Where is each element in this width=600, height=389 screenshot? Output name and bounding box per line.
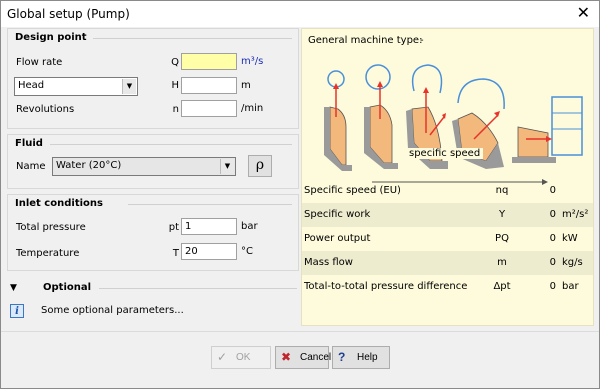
revolutions-symbol: n (172, 104, 179, 115)
radial-impeller-low-icon (324, 70, 352, 171)
fluid-name-label: Name (16, 161, 46, 172)
inlet-conditions-group: Inlet conditions Total pressure pt bar T… (7, 194, 299, 271)
flow-rate-unit: m³/s (241, 56, 264, 67)
result-row-pressure-difference: Total-to-total pressure difference Δpt 0… (302, 275, 593, 299)
result-name: Specific work (304, 209, 371, 220)
result-symbol: Δpt (493, 281, 511, 292)
optional-title[interactable]: Optional (43, 282, 91, 293)
optional-info-text: Some optional parameters... (41, 305, 184, 316)
cancel-button[interactable]: ✖ Cancel (275, 346, 332, 369)
temperature-symbol: T (172, 248, 179, 259)
density-button[interactable]: ρ (248, 155, 272, 177)
revolutions-input[interactable] (181, 100, 237, 117)
machine-type-illustration (324, 64, 583, 185)
machine-type-value: - (420, 35, 424, 46)
help-icon: ? (338, 350, 346, 364)
result-unit: m²/s² (562, 209, 589, 220)
head-unit: m (241, 80, 251, 91)
result-row-power-output: Power output PQ 0 kW (302, 227, 593, 251)
specific-speed-caption: specific speed (406, 148, 484, 159)
global-setup-dialog: Global setup (Pump) ✕ Design point Flow … (0, 0, 600, 389)
window-title: Global setup (Pump) (7, 7, 130, 21)
design-point-title: Design point (15, 32, 87, 43)
temperature-input[interactable] (181, 243, 237, 260)
head-symbol: H (171, 80, 179, 91)
optional-collapse-icon[interactable]: ▼ (10, 283, 17, 293)
cancel-icon: ✖ (281, 350, 292, 364)
fluid-select[interactable]: Water (20°C) ▼ (52, 157, 236, 176)
result-symbol: PQ (495, 233, 509, 244)
fluid-group: Fluid Name Water (20°C) ▼ ρ (7, 134, 299, 189)
close-icon[interactable]: ✕ (577, 3, 590, 23)
axial-impeller-icon (512, 96, 583, 163)
result-row-mass-flow: Mass flow m 0 kg/s (302, 251, 593, 275)
machine-info-panel: General machine type: - specific speed S… (301, 28, 594, 326)
result-value: 0 (549, 209, 556, 220)
total-pressure-input[interactable] (181, 218, 237, 235)
ok-button-label: OK (236, 352, 251, 363)
temperature-unit: °C (241, 246, 253, 257)
check-icon: ✓ (217, 350, 228, 364)
result-value: 0 (549, 257, 556, 268)
help-button[interactable]: ? Help (332, 346, 390, 369)
result-unit: bar (562, 281, 579, 292)
result-symbol: m (497, 257, 507, 268)
chevron-down-icon[interactable]: ▼ (220, 159, 234, 174)
divider (50, 144, 292, 145)
help-button-label: Help (357, 352, 378, 363)
revolutions-unit: /min (241, 103, 264, 114)
result-row-specific-speed: Specific speed (EU) nq 0 (302, 179, 593, 203)
flow-rate-symbol: Q (171, 57, 179, 68)
divider (128, 204, 292, 205)
result-name: Specific speed (EU) (304, 185, 401, 196)
chevron-down-icon[interactable]: ▼ (122, 79, 136, 94)
result-unit: kg/s (562, 257, 583, 268)
total-pressure-symbol: pt (168, 222, 179, 233)
fluid-title: Fluid (15, 138, 43, 149)
result-unit: kW (562, 233, 578, 244)
ok-button[interactable]: ✓ OK (211, 346, 271, 369)
total-pressure-unit: bar (241, 221, 258, 232)
title-bar: Global setup (Pump) ✕ (1, 1, 599, 27)
head-select-value: Head (18, 80, 45, 91)
flow-rate-label: Flow rate (16, 57, 63, 68)
result-name: Power output (304, 233, 371, 244)
machine-type-label: General machine type: (308, 35, 423, 46)
result-name: Mass flow (304, 257, 353, 268)
result-row-specific-work: Specific work Y 0 m²/s² (302, 203, 593, 227)
inlet-conditions-title: Inlet conditions (15, 198, 103, 209)
divider (93, 38, 292, 39)
revolutions-label: Revolutions (16, 104, 75, 115)
result-name: Total-to-total pressure difference (304, 281, 468, 292)
fluid-select-value: Water (20°C) (56, 160, 122, 171)
divider (1, 331, 599, 332)
design-point-group: Design point Flow rate Q m³/s Head ▼ H m… (7, 28, 299, 129)
result-symbol: nq (495, 185, 509, 196)
result-value: 0 (549, 281, 556, 292)
result-symbol: Y (498, 209, 506, 220)
result-value: 0 (549, 233, 556, 244)
radial-impeller-mid-icon (364, 64, 398, 169)
temperature-label: Temperature (16, 248, 80, 259)
head-select[interactable]: Head ▼ (14, 77, 138, 96)
flow-rate-input[interactable] (181, 53, 237, 70)
info-icon: i (10, 304, 24, 318)
total-pressure-label: Total pressure (16, 222, 86, 233)
cancel-button-label: Cancel (300, 352, 332, 363)
divider (99, 288, 297, 289)
result-value: 0 (549, 185, 556, 196)
head-input[interactable] (181, 77, 237, 94)
